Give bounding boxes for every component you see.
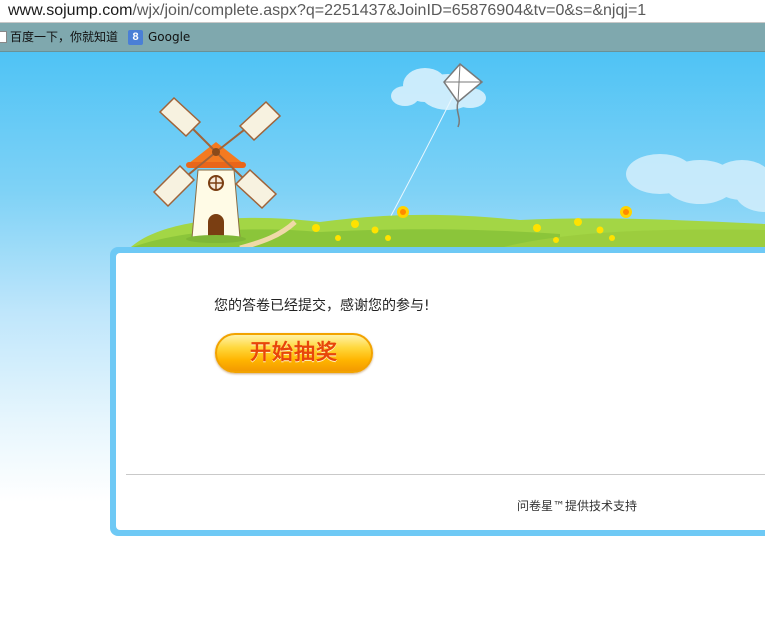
kite-string <box>384 91 456 228</box>
bookmark-label: 百度一下，你就知道 <box>10 30 119 44</box>
start-lottery-label: 开始抽奖 <box>250 340 338 364</box>
divider <box>126 474 765 475</box>
cloud-graphic <box>626 154 765 212</box>
url-path: /wjx/join/complete.aspx?q=2251437&JoinID… <box>132 2 647 19</box>
url-host: www.sojump.com <box>8 2 133 19</box>
address-bar[interactable]: www.sojump.com/wjx/join/complete.aspx?q=… <box>0 0 765 23</box>
bookmark-label: Google <box>148 30 191 44</box>
result-panel-body: 您的答卷已经提交，感谢您的参与! 开始抽奖 问卷星™提供技术支持 <box>116 253 765 530</box>
google-icon: 8 <box>128 29 143 45</box>
start-lottery-button[interactable]: 开始抽奖 <box>215 333 373 373</box>
footer-credit: 问卷星™提供技术支持 <box>517 499 638 513</box>
bookmarks-bar: 百度一下，你就知道 8 Google <box>0 23 765 52</box>
header-illustration <box>130 62 765 252</box>
bookmark-baidu[interactable]: 百度一下，你就知道 <box>0 28 118 46</box>
bookmark-google[interactable]: 8 Google <box>128 28 190 46</box>
page-icon <box>0 31 7 43</box>
thanks-message: 您的答卷已经提交，感谢您的参与! <box>214 298 430 314</box>
result-panel: 您的答卷已经提交，感谢您的参与! 开始抽奖 问卷星™提供技术支持 <box>110 247 765 536</box>
